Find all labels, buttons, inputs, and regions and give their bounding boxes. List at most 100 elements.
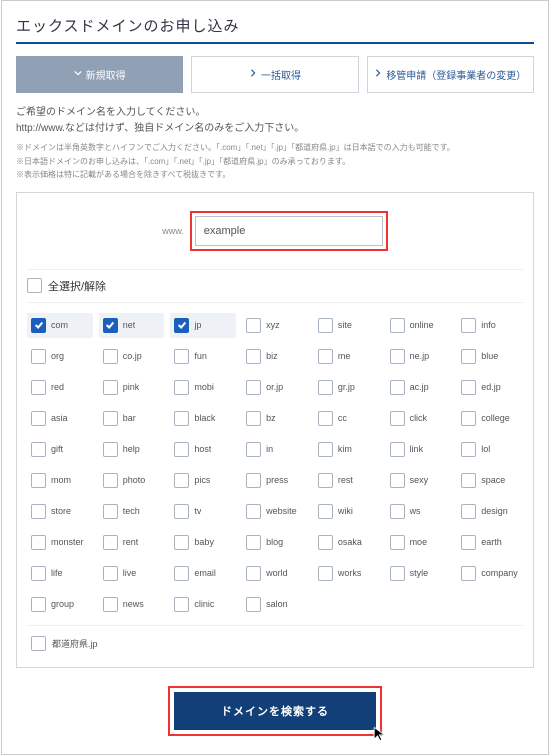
- tld-option-design[interactable]: design: [457, 499, 523, 524]
- tld-option-jp[interactable]: jp: [170, 313, 236, 338]
- tld-option-org[interactable]: org: [27, 344, 93, 369]
- tld-option-wiki[interactable]: wiki: [314, 499, 380, 524]
- checkbox-icon[interactable]: [390, 504, 405, 519]
- checkbox-icon[interactable]: [246, 473, 261, 488]
- checkbox-icon[interactable]: [246, 349, 261, 364]
- tld-option-rest[interactable]: rest: [314, 468, 380, 493]
- tld-option-net[interactable]: net: [99, 313, 165, 338]
- tld-option-monster[interactable]: monster: [27, 530, 93, 555]
- tld-option-website[interactable]: website: [242, 499, 308, 524]
- tld-option-tv[interactable]: tv: [170, 499, 236, 524]
- checkbox-icon[interactable]: [318, 442, 333, 457]
- checkbox-icon[interactable]: [103, 411, 118, 426]
- checkbox-icon[interactable]: [246, 504, 261, 519]
- checkbox-icon[interactable]: [174, 442, 189, 457]
- tld-option-info[interactable]: info: [457, 313, 523, 338]
- domain-name-input[interactable]: [195, 216, 383, 246]
- checkbox-icon[interactable]: [461, 318, 476, 333]
- checkbox-icon[interactable]: [31, 473, 46, 488]
- checkbox-icon[interactable]: [103, 504, 118, 519]
- tld-option-co-jp[interactable]: co.jp: [99, 344, 165, 369]
- tld-option-works[interactable]: works: [314, 561, 380, 586]
- tld-option-baby[interactable]: baby: [170, 530, 236, 555]
- checkbox-icon[interactable]: [461, 380, 476, 395]
- select-all-row[interactable]: 全選択/解除: [27, 269, 523, 303]
- tld-option-help[interactable]: help: [99, 437, 165, 462]
- checkbox-icon[interactable]: [461, 442, 476, 457]
- checkbox-icon[interactable]: [174, 349, 189, 364]
- tld-option-tech[interactable]: tech: [99, 499, 165, 524]
- checkbox-icon[interactable]: [390, 411, 405, 426]
- checkbox-icon[interactable]: [174, 504, 189, 519]
- checkbox-icon[interactable]: [390, 442, 405, 457]
- tld-option-click[interactable]: click: [386, 406, 452, 431]
- checkbox-icon[interactable]: [31, 597, 46, 612]
- tld-option-site[interactable]: site: [314, 313, 380, 338]
- tld-option-news[interactable]: news: [99, 592, 165, 617]
- tld-option-space[interactable]: space: [457, 468, 523, 493]
- tld-option-life[interactable]: life: [27, 561, 93, 586]
- tld-option-live[interactable]: live: [99, 561, 165, 586]
- tld-option-gr-jp[interactable]: gr.jp: [314, 375, 380, 400]
- checkbox-icon[interactable]: [103, 597, 118, 612]
- checkbox-icon[interactable]: [31, 566, 46, 581]
- checkbox-select-all[interactable]: [27, 278, 42, 293]
- checkbox-icon[interactable]: [246, 318, 261, 333]
- checkbox-icon[interactable]: [461, 349, 476, 364]
- tld-option-osaka[interactable]: osaka: [314, 530, 380, 555]
- tld-option-asia[interactable]: asia: [27, 406, 93, 431]
- checkbox-icon[interactable]: [246, 411, 261, 426]
- tld-option-cc[interactable]: cc: [314, 406, 380, 431]
- tld-option-ed-jp[interactable]: ed.jp: [457, 375, 523, 400]
- tld-option-college[interactable]: college: [457, 406, 523, 431]
- checkbox-icon[interactable]: [461, 504, 476, 519]
- checkbox-icon[interactable]: [103, 535, 118, 550]
- checkbox-icon[interactable]: [461, 473, 476, 488]
- checkbox-icon[interactable]: [318, 318, 333, 333]
- checkbox-icon[interactable]: [318, 535, 333, 550]
- checkbox-icon[interactable]: [390, 380, 405, 395]
- tld-option-moe[interactable]: moe: [386, 530, 452, 555]
- checkbox-icon[interactable]: [390, 535, 405, 550]
- tld-option-style[interactable]: style: [386, 561, 452, 586]
- checkbox-icon[interactable]: [461, 411, 476, 426]
- tld-option-me[interactable]: me: [314, 344, 380, 369]
- tld-option-red[interactable]: red: [27, 375, 93, 400]
- checkbox-icon[interactable]: [103, 349, 118, 364]
- tab-bulk[interactable]: 一括取得: [191, 56, 358, 93]
- checkbox-icon[interactable]: [174, 597, 189, 612]
- checkbox-pref-tld[interactable]: [31, 636, 46, 651]
- checkbox-icon[interactable]: [246, 535, 261, 550]
- tld-option-ws[interactable]: ws: [386, 499, 452, 524]
- checkbox-icon[interactable]: [318, 504, 333, 519]
- tld-option-earth[interactable]: earth: [457, 530, 523, 555]
- tld-option-gift[interactable]: gift: [27, 437, 93, 462]
- tld-option-black[interactable]: black: [170, 406, 236, 431]
- checkbox-icon[interactable]: [103, 442, 118, 457]
- tld-option-store[interactable]: store: [27, 499, 93, 524]
- tld-option-mobi[interactable]: mobi: [170, 375, 236, 400]
- checkbox-icon[interactable]: [246, 442, 261, 457]
- checkbox-icon[interactable]: [174, 411, 189, 426]
- tld-option-blog[interactable]: blog: [242, 530, 308, 555]
- tld-option-pics[interactable]: pics: [170, 468, 236, 493]
- tld-option-clinic[interactable]: clinic: [170, 592, 236, 617]
- search-domain-button[interactable]: ドメインを検索する: [174, 692, 376, 730]
- checkbox-icon[interactable]: [390, 318, 405, 333]
- tld-option-in[interactable]: in: [242, 437, 308, 462]
- tld-option-company[interactable]: company: [457, 561, 523, 586]
- tld-option-email[interactable]: email: [170, 561, 236, 586]
- checkbox-icon[interactable]: [103, 566, 118, 581]
- checkbox-icon[interactable]: [461, 535, 476, 550]
- checkbox-icon[interactable]: [174, 566, 189, 581]
- tld-option-world[interactable]: world: [242, 561, 308, 586]
- checkbox-icon[interactable]: [461, 566, 476, 581]
- tld-option-blue[interactable]: blue: [457, 344, 523, 369]
- tld-option-sexy[interactable]: sexy: [386, 468, 452, 493]
- checkbox-icon[interactable]: [31, 318, 46, 333]
- checkbox-icon[interactable]: [390, 566, 405, 581]
- tld-option-photo[interactable]: photo: [99, 468, 165, 493]
- checkbox-icon[interactable]: [174, 318, 189, 333]
- tld-option-salon[interactable]: salon: [242, 592, 308, 617]
- checkbox-icon[interactable]: [246, 380, 261, 395]
